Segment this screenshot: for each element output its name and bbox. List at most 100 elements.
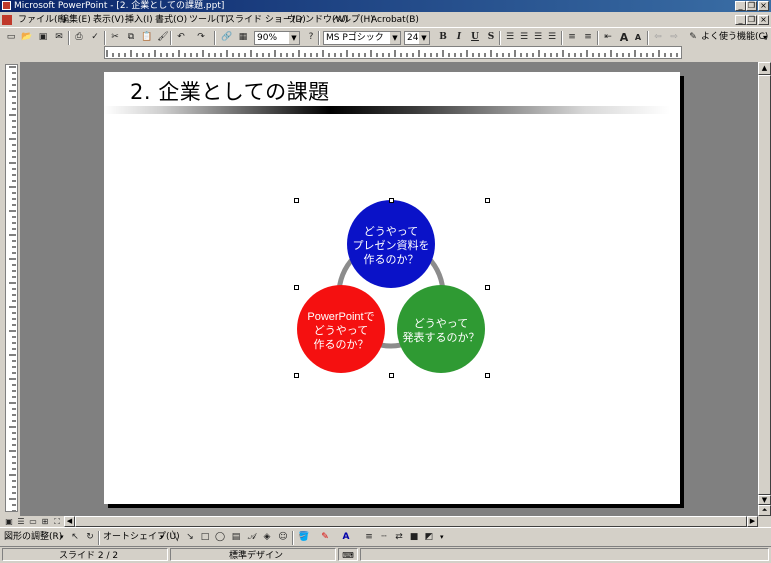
redo-icon[interactable]: ↷ (194, 31, 208, 44)
horizontal-scrollbar[interactable]: ◀ ▶ (64, 516, 758, 527)
spellcheck-icon[interactable]: ✓ (88, 31, 102, 44)
oval-icon[interactable]: ◯ (213, 531, 227, 544)
menu-file[interactable]: ファイル(F) (18, 12, 66, 28)
new-icon[interactable]: ▭ (4, 31, 18, 44)
close-document-button[interactable]: × (758, 15, 769, 25)
document-icon[interactable] (2, 15, 12, 25)
selection-handle-left[interactable] (294, 285, 299, 290)
font-name-select[interactable]: MS Pゴシック ▼ (323, 31, 401, 45)
3d-style-icon[interactable]: ◩ (422, 531, 436, 544)
decrease-indent-icon[interactable]: ⇤ (601, 31, 615, 44)
line-color-icon[interactable]: ✎ (318, 531, 332, 544)
menu-edit[interactable]: 編集(E) (60, 12, 91, 28)
venn-diagram[interactable]: どうやって プレゼン資料を 作るのか？ PowerPointで どうやって 作る… (104, 72, 680, 504)
menu-acrobat[interactable]: Acrobat(B) (371, 12, 419, 28)
menu-format[interactable]: 書式(O) (155, 12, 187, 28)
slide-canvas[interactable]: 2. 企業としての課題 どうやって プレゼン資料を 作るのか？ PowerPoi… (104, 72, 680, 504)
minimize-window-button[interactable]: _ (735, 1, 746, 11)
design-icon[interactable]: ✎ (686, 31, 700, 44)
hyperlink-icon[interactable]: 🔗 (220, 31, 234, 44)
scroll-left-icon[interactable]: ◀ (64, 516, 75, 527)
previous-slide-icon[interactable]: ⏶ (758, 505, 771, 516)
cut-icon[interactable]: ✂ (108, 31, 122, 44)
align-right-icon[interactable]: ☰ (531, 31, 545, 44)
align-left-icon[interactable]: ☰ (503, 31, 517, 44)
open-folder-icon[interactable]: 📂 (20, 31, 34, 44)
powerpoint-app-icon[interactable] (2, 1, 11, 10)
scroll-down-icon[interactable]: ▼ (758, 495, 771, 505)
free-rotate-icon[interactable]: ↻ (83, 531, 97, 544)
align-center-icon[interactable]: ☰ (517, 31, 531, 44)
arrow-icon[interactable]: ↘ (183, 531, 197, 544)
copy-icon[interactable]: ⧉ (124, 31, 138, 44)
numbering-icon[interactable]: ≡ (565, 31, 579, 44)
scroll-right-icon[interactable]: ▶ (747, 516, 758, 527)
language-indicator-icon: ⌨ (338, 548, 358, 561)
horizontal-scroll-thumb[interactable] (75, 516, 747, 527)
rectangle-icon[interactable]: □ (198, 531, 212, 544)
justify-icon[interactable]: ☰ (545, 31, 559, 44)
toolbar-options-chevron-icon[interactable]: ▾ (763, 31, 767, 44)
bullets-icon[interactable]: ≡ (581, 31, 595, 44)
restore-window-button[interactable]: ❐ (746, 1, 757, 11)
shadow-button[interactable]: S (484, 31, 498, 44)
bold-button[interactable]: B (436, 31, 450, 44)
paste-icon[interactable]: 📋 (140, 31, 154, 44)
slideshow-icon[interactable]: ⛶ (50, 516, 64, 527)
menu-insert[interactable]: 挿入(I) (125, 12, 153, 28)
format-painter-icon[interactable]: 🖌 (156, 31, 170, 44)
italic-button[interactable]: I (452, 31, 466, 44)
font-size-select[interactable]: 24 ▼ (404, 31, 430, 45)
vertical-scrollbar[interactable]: ▲ ▼ ⏶ (758, 62, 771, 516)
close-window-button[interactable]: × (758, 1, 769, 11)
underline-button[interactable]: U (468, 31, 482, 44)
demote-icon[interactable]: ⇨ (667, 31, 681, 44)
table-icon[interactable]: ▦ (236, 31, 250, 44)
fill-color-icon[interactable]: 🪣 (297, 531, 311, 544)
line-style-icon[interactable]: ≡ (362, 531, 376, 544)
autoshapes-chevron-icon[interactable]: ▾ (160, 531, 164, 544)
drawing-toolbar-options-icon[interactable]: ▾ (440, 531, 444, 544)
menu-help[interactable]: ヘルプ(H) (333, 12, 374, 28)
save-icon[interactable]: ▣ (36, 31, 50, 44)
diagram-icon[interactable]: ◈ (260, 531, 274, 544)
promote-icon[interactable]: ⇦ (651, 31, 665, 44)
arrow-style-icon[interactable]: ⇄ (392, 531, 406, 544)
selection-handle-top-right[interactable] (485, 198, 490, 203)
help-icon[interactable]: ? (304, 31, 318, 44)
undo-icon[interactable]: ↶ (174, 31, 188, 44)
clipart-icon[interactable]: ☺ (276, 531, 290, 544)
selection-handle-right[interactable] (485, 285, 490, 290)
text-box-icon[interactable]: ▤ (229, 531, 243, 544)
selection-handle-top[interactable] (389, 198, 394, 203)
zoom-select[interactable]: 90% ▼ (254, 31, 300, 45)
horizontal-ruler[interactable] (104, 46, 682, 59)
dash-style-icon[interactable]: ┄ (377, 531, 391, 544)
selection-handle-bottom-right[interactable] (485, 373, 490, 378)
selection-handle-bottom-left[interactable] (294, 373, 299, 378)
line-icon[interactable]: ╲ (168, 531, 182, 544)
draw-menu-chevron-icon[interactable]: ▾ (60, 531, 64, 544)
print-icon[interactable]: ⎙ (72, 31, 86, 44)
menu-tools[interactable]: ツール(T) (189, 12, 229, 28)
email-icon[interactable]: ✉ (52, 31, 66, 44)
green-circle-text-1: どうやって (414, 317, 468, 330)
shadow-style-icon[interactable]: ■ (407, 531, 421, 544)
blue-circle-text-2: プレゼン資料を (353, 238, 430, 252)
wordart-icon[interactable]: 𝒜 (245, 531, 259, 544)
common-tasks-button[interactable]: よく使う機能(C) (701, 31, 768, 44)
font-color-icon[interactable]: A (339, 531, 353, 544)
minimize-document-button[interactable]: _ (735, 15, 746, 25)
scroll-up-icon[interactable]: ▲ (758, 62, 771, 75)
menu-view[interactable]: 表示(V) (93, 12, 124, 28)
selection-handle-bottom[interactable] (389, 373, 394, 378)
grow-font-button[interactable]: A (617, 31, 631, 44)
slide-indicator: スライド 2 / 2 (2, 548, 168, 561)
select-pointer-icon[interactable]: ↖ (68, 531, 82, 544)
shrink-font-button[interactable]: A (631, 31, 645, 44)
selection-handle-top-left[interactable] (294, 198, 299, 203)
restore-document-button[interactable]: ❐ (746, 15, 757, 25)
draw-menu-button[interactable]: 図形の調整(R) (4, 531, 62, 544)
scroll-thumb[interactable] (758, 75, 771, 495)
vertical-ruler[interactable] (5, 64, 18, 512)
